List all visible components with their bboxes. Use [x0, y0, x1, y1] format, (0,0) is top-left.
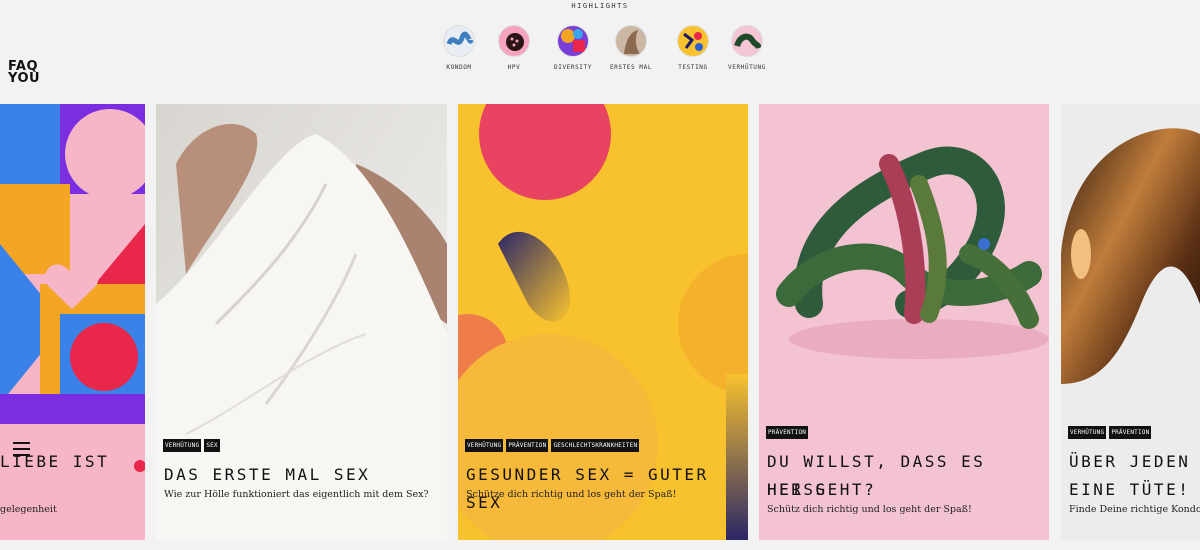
card-subtitle: gelegenheit	[0, 504, 57, 515]
card-tags: PRÄVENTION	[766, 426, 809, 439]
tag[interactable]: PRÄVENTION	[506, 439, 549, 452]
highlight-label: KONDOM	[446, 64, 472, 71]
highlight-label: DIVERSITY	[554, 64, 592, 71]
article-card[interactable]: PRÄVENTION DU WILLST, DASS ES HEISS HER …	[759, 104, 1049, 540]
highlight-erstes-mal[interactable]: ERSTES MAL	[601, 25, 661, 71]
highlight-label: HPV	[507, 64, 521, 71]
highlight-testing[interactable]: TESTING	[663, 25, 723, 71]
article-card[interactable]: VERHÜTUNG PRÄVENTION ÜBER JEDEN L EINE T…	[1061, 104, 1200, 540]
tag[interactable]: PRÄVENTION	[1109, 426, 1152, 439]
tag[interactable]: SEX	[204, 439, 220, 452]
tag[interactable]: GESCHLECHTSKRANKHEITEN	[551, 439, 640, 452]
card-title: DAS ERSTE MAL SEX	[164, 465, 371, 484]
card-subtitle: Schütze dich richtig und los geht der Sp…	[466, 489, 677, 500]
kondom-thumbnail	[443, 25, 475, 57]
card-title-line-2: EINE TÜTE!	[1069, 480, 1191, 499]
highlight-kondom[interactable]: KONDOM	[429, 25, 489, 71]
card-title-line-2: HER GEHT?	[767, 480, 877, 499]
card-tags: VERHÜTUNG PRÄVENTION GESCHLECHTSKRANKHEI…	[465, 439, 640, 452]
tag[interactable]: VERHÜTUNG	[1068, 426, 1107, 439]
tag[interactable]: VERHÜTUNG	[465, 439, 504, 452]
highlight-verhuetung[interactable]: VERHÜTUNG	[717, 25, 777, 71]
highlights-title: HIGHLIGHTS	[571, 2, 629, 10]
highlight-label: ERSTES MAL	[609, 64, 653, 71]
logo[interactable]: FAQ YOU	[8, 60, 41, 86]
card-tags: VERHÜTUNG SEX	[163, 439, 220, 452]
card-subtitle: Finde Deine richtige Kondom	[1069, 504, 1200, 515]
card-title: LIEBE IST	[0, 452, 110, 471]
tag[interactable]: VERHÜTUNG	[163, 439, 202, 452]
card-subtitle: Wie zur Hölle funktioniert das eigentlic…	[164, 489, 429, 500]
hpv-thumbnail	[498, 25, 530, 57]
tag[interactable]: PRÄVENTION	[766, 426, 809, 439]
card-title-line-1: ÜBER JEDEN L	[1069, 452, 1200, 471]
card-subtitle: Schütz dich richtig und los geht der Spa…	[767, 504, 972, 515]
verhuetung-thumbnail	[731, 25, 763, 57]
card-tags: VERHÜTUNG PRÄVENTION	[1068, 426, 1152, 439]
logo-line-2: YOU	[8, 71, 41, 86]
highlight-label: VERHÜTUNG	[728, 64, 766, 71]
diversity-thumbnail	[557, 25, 589, 57]
testing-thumbnail	[677, 25, 709, 57]
article-card[interactable]: LIEBE IST gelegenheit	[0, 104, 145, 540]
article-card[interactable]: VERHÜTUNG SEX DAS ERSTE MAL SEX Wie zur …	[156, 104, 447, 540]
article-card[interactable]: VERHÜTUNG PRÄVENTION GESCHLECHTSKRANKHEI…	[458, 104, 748, 540]
erstes-mal-thumbnail	[615, 25, 647, 57]
highlight-label: TESTING	[678, 64, 708, 71]
highlight-diversity[interactable]: DIVERSITY	[543, 25, 603, 71]
highlight-hpv[interactable]: HPV	[484, 25, 544, 71]
